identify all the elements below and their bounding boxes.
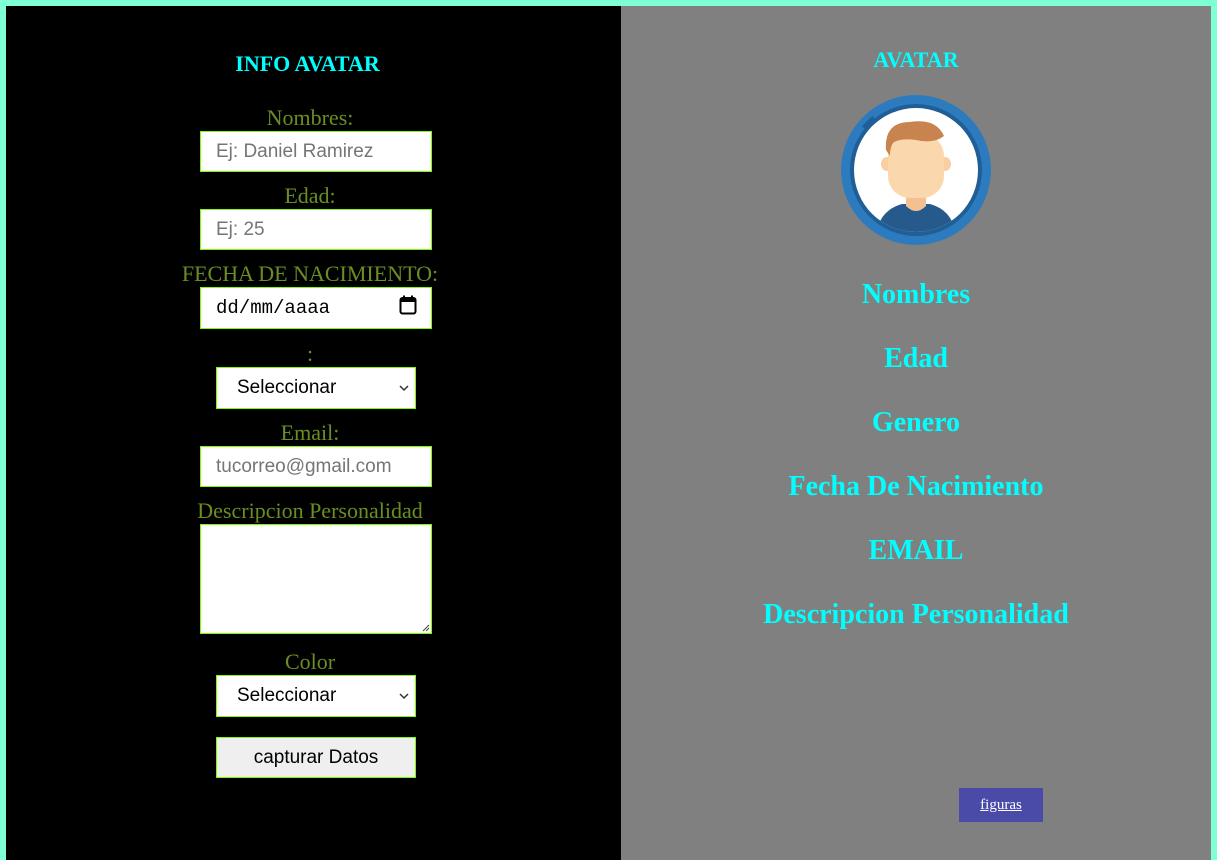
preview-email: EMAIL bbox=[868, 535, 964, 566]
fecha-placeholder: dd/mm/aaaa bbox=[216, 297, 331, 319]
genero-select-value: Seleccionar bbox=[237, 377, 337, 398]
nombres-placeholder: Ej: Daniel Ramirez bbox=[216, 140, 374, 162]
descripcion-textarea[interactable] bbox=[200, 524, 432, 634]
figuras-button[interactable]: figuras bbox=[959, 788, 1043, 822]
chevron-down-icon bbox=[399, 381, 409, 395]
genero-select[interactable]: Seleccionar bbox=[216, 367, 416, 409]
edad-placeholder: Ej: 25 bbox=[216, 218, 265, 240]
preview-fecha-nacimiento: Fecha De Nacimiento bbox=[788, 471, 1044, 502]
email-placeholder: tucorreo@gmail.com bbox=[216, 455, 392, 477]
capturar-datos-button[interactable]: capturar Datos bbox=[216, 737, 416, 778]
preview-genero: Genero bbox=[871, 407, 961, 438]
edad-input[interactable]: Ej: 25 bbox=[200, 209, 432, 250]
color-select[interactable]: Seleccionar bbox=[216, 675, 416, 717]
descripcion-label: Descripcion Personalidad bbox=[197, 498, 423, 523]
edad-label: Edad: bbox=[284, 183, 336, 208]
fecha-input[interactable]: dd/mm/aaaa bbox=[200, 287, 432, 329]
preview-title: AVATAR bbox=[873, 47, 959, 72]
fecha-label: FECHA DE NACIMIENTO: bbox=[181, 261, 439, 286]
color-label: Color bbox=[284, 649, 336, 674]
preview-descripcion: Descripcion Personalidad bbox=[763, 599, 1069, 630]
genero-label: : bbox=[306, 341, 314, 366]
figuras-link[interactable]: figuras bbox=[980, 797, 1022, 814]
preview-edad: Edad bbox=[884, 343, 948, 374]
form-title: INFO AVATAR bbox=[235, 51, 380, 76]
nombres-input[interactable]: Ej: Daniel Ramirez bbox=[200, 131, 432, 172]
resize-grip-icon[interactable] bbox=[422, 624, 430, 632]
calendar-icon[interactable] bbox=[399, 295, 417, 321]
preview-nombres: Nombres bbox=[861, 279, 971, 310]
email-label: Email: bbox=[280, 420, 340, 445]
nombres-label: Nombres: bbox=[266, 105, 354, 130]
avatar-icon bbox=[840, 94, 992, 246]
chevron-down-icon bbox=[399, 689, 409, 703]
color-select-value: Seleccionar bbox=[237, 685, 337, 706]
email-input[interactable]: tucorreo@gmail.com bbox=[200, 446, 432, 487]
